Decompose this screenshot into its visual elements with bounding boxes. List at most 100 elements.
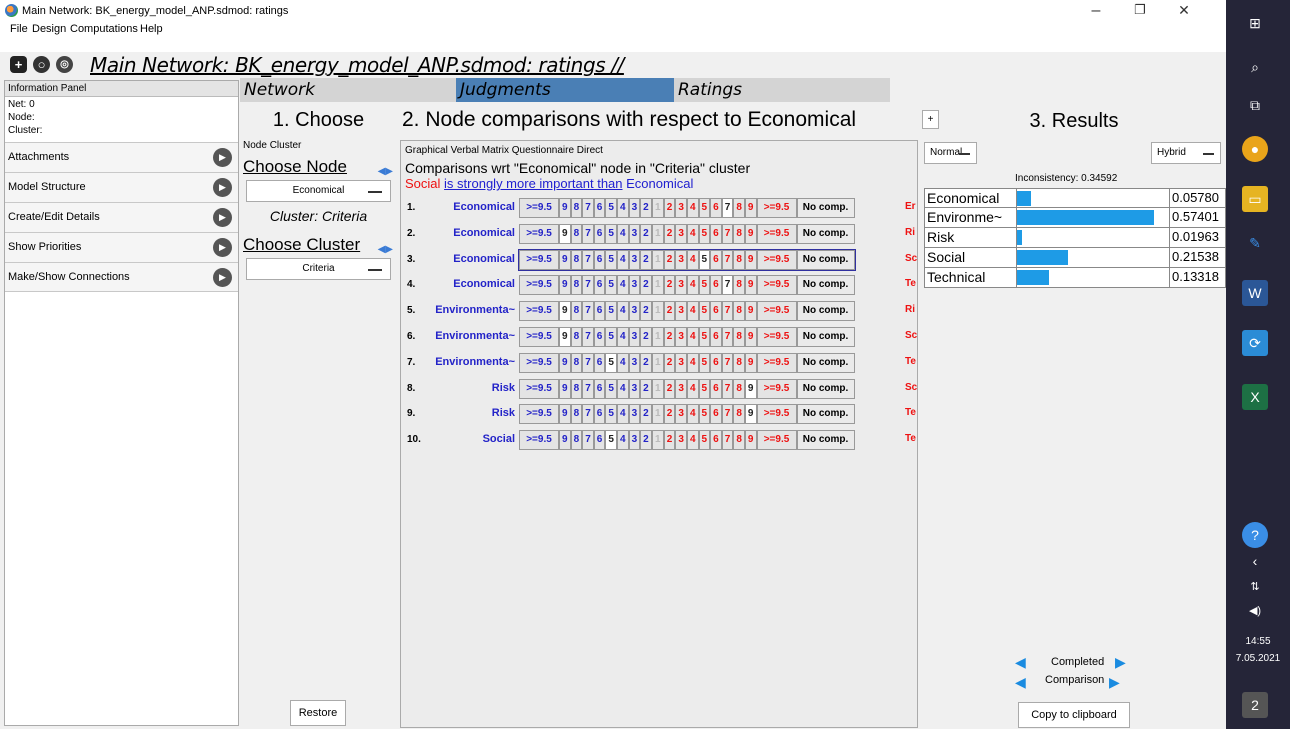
scale-cell-left-max[interactable]: >=9.5 xyxy=(519,352,559,373)
scale-cell-right-max[interactable]: >=9.5 xyxy=(756,223,797,244)
scale-cell-equal[interactable]: 1 xyxy=(651,352,664,373)
scale-cell-left-8[interactable]: 8 xyxy=(570,430,583,451)
scale-cell-right-max[interactable]: >=9.5 xyxy=(756,301,797,322)
no-comparison-button[interactable]: No comp. xyxy=(796,352,855,373)
scale-cell-right-9[interactable]: 9 xyxy=(744,249,757,270)
chrome-icon[interactable]: ● xyxy=(1242,136,1268,162)
tab-questionnaire[interactable]: Questionnaire xyxy=(512,145,574,156)
notifications-icon[interactable]: 2 xyxy=(1242,692,1268,718)
scale-cell-right-6[interactable]: 6 xyxy=(710,430,722,451)
scale-cell-left-7[interactable]: 7 xyxy=(582,275,594,296)
scale-cell-right-9[interactable]: 9 xyxy=(744,301,757,322)
scale-cell-left-max[interactable]: >=9.5 xyxy=(519,327,559,347)
scale-cell-right-4[interactable]: 4 xyxy=(686,378,699,399)
scale-cell-left-2[interactable]: 2 xyxy=(640,430,652,451)
scale-cell-right-8[interactable]: 8 xyxy=(733,378,745,399)
scale-cell-right-2[interactable]: 2 xyxy=(663,327,676,347)
no-comparison-button[interactable]: No comp. xyxy=(796,430,855,451)
scale-cell-right-7[interactable]: 7 xyxy=(721,249,734,270)
no-comparison-button[interactable]: No comp. xyxy=(796,327,855,347)
scale-cell-left-6[interactable]: 6 xyxy=(593,275,606,296)
scale-cell-left-7[interactable]: 7 xyxy=(582,378,594,399)
file-explorer-icon[interactable]: ▭ xyxy=(1242,186,1268,212)
scale-cell-right-9[interactable]: 9 xyxy=(744,430,757,451)
scale-cell-left-2[interactable]: 2 xyxy=(640,198,652,218)
scale-cell-equal[interactable]: 1 xyxy=(651,275,664,296)
scale-cell-left-8[interactable]: 8 xyxy=(570,378,583,399)
menu-help[interactable]: Help xyxy=(140,23,163,35)
scale-cell-left-3[interactable]: 3 xyxy=(628,223,641,244)
expand-arrow-icon[interactable]: ▶ xyxy=(213,268,232,287)
scale-cell-left-5[interactable]: 5 xyxy=(605,275,617,296)
scale-cell-right-3[interactable]: 3 xyxy=(675,327,687,347)
scale-cell-right-5[interactable]: 5 xyxy=(698,301,711,322)
scale-cell-right-3[interactable]: 3 xyxy=(675,198,687,218)
copy-to-clipboard-button[interactable]: Copy to clipboard xyxy=(1018,702,1130,728)
help-icon[interactable]: ? xyxy=(1242,522,1268,548)
previous-comparison-icon[interactable]: ◀ xyxy=(1015,674,1029,690)
scale-cell-left-5[interactable]: 5 xyxy=(605,327,617,347)
scale-cell-left-7[interactable]: 7 xyxy=(582,404,594,425)
scale-cell-right-5[interactable]: 5 xyxy=(698,275,711,296)
scale-cell-right-2[interactable]: 2 xyxy=(663,275,676,296)
scale-cell-left-6[interactable]: 6 xyxy=(593,327,606,347)
scale-cell-equal[interactable]: 1 xyxy=(651,327,664,347)
scale-cell-right-2[interactable]: 2 xyxy=(663,249,676,270)
create-edit-details-button[interactable]: Create/Edit Details ▶ xyxy=(5,202,238,232)
scale-cell-left-6[interactable]: 6 xyxy=(593,301,606,322)
scale-cell-right-max[interactable]: >=9.5 xyxy=(756,430,797,451)
clock-time[interactable]: 14:55 xyxy=(1226,636,1290,647)
scale-cell-right-3[interactable]: 3 xyxy=(675,430,687,451)
scale-cell-left-5[interactable]: 5 xyxy=(605,430,617,451)
scale-cell-right-9[interactable]: 9 xyxy=(744,275,757,296)
scale-cell-left-5[interactable]: 5 xyxy=(605,404,617,425)
scale-cell-left-8[interactable]: 8 xyxy=(570,352,583,373)
scale-cell-right-8[interactable]: 8 xyxy=(733,352,745,373)
scale-cell-right-9[interactable]: 9 xyxy=(744,198,757,218)
scale-cell-right-max[interactable]: >=9.5 xyxy=(756,352,797,373)
scale-cell-right-9[interactable]: 9 xyxy=(744,352,757,373)
scale-cell-left-8[interactable]: 8 xyxy=(570,404,583,425)
no-comparison-button[interactable]: No comp. xyxy=(796,223,855,244)
scale-cell-right-5[interactable]: 5 xyxy=(698,378,711,399)
scale-cell-right-8[interactable]: 8 xyxy=(733,430,745,451)
scale-cell-left-8[interactable]: 8 xyxy=(570,198,583,218)
maximize-button[interactable]: ❐ xyxy=(1118,2,1162,22)
scale-cell-left-3[interactable]: 3 xyxy=(628,430,641,451)
scale-cell-left-max[interactable]: >=9.5 xyxy=(519,404,559,425)
scale-cell-left-3[interactable]: 3 xyxy=(628,327,641,347)
scale-cell-left-7[interactable]: 7 xyxy=(582,352,594,373)
scale-cell-left-9[interactable]: 9 xyxy=(559,327,571,347)
scale-cell-right-2[interactable]: 2 xyxy=(663,198,676,218)
normal-dropdown[interactable]: Normal xyxy=(924,142,977,164)
scale-cell-left-4[interactable]: 4 xyxy=(616,378,629,399)
scale-cell-right-4[interactable]: 4 xyxy=(686,404,699,425)
scale-cell-left-9[interactable]: 9 xyxy=(559,198,571,218)
scale-cell-right-4[interactable]: 4 xyxy=(686,301,699,322)
scale-cell-left-7[interactable]: 7 xyxy=(582,327,594,347)
tab-network[interactable]: Network xyxy=(240,78,456,102)
scale-cell-left-3[interactable]: 3 xyxy=(628,198,641,218)
scale-cell-right-6[interactable]: 6 xyxy=(710,352,722,373)
scale-cell-right-max[interactable]: >=9.5 xyxy=(756,378,797,399)
scale-cell-right-7[interactable]: 7 xyxy=(721,430,734,451)
scale-cell-left-2[interactable]: 2 xyxy=(640,249,652,270)
scale-cell-right-3[interactable]: 3 xyxy=(675,275,687,296)
scale-cell-right-6[interactable]: 6 xyxy=(710,404,722,425)
no-comparison-button[interactable]: No comp. xyxy=(796,404,855,425)
scale-cell-left-max[interactable]: >=9.5 xyxy=(519,249,559,270)
scale-cell-left-3[interactable]: 3 xyxy=(628,404,641,425)
volume-icon[interactable]: ◀) xyxy=(1242,598,1268,624)
add-icon[interactable]: + xyxy=(10,56,27,73)
scale-cell-left-3[interactable]: 3 xyxy=(628,378,641,399)
scale-cell-right-3[interactable]: 3 xyxy=(675,301,687,322)
scale-cell-left-4[interactable]: 4 xyxy=(616,249,629,270)
scale-cell-right-5[interactable]: 5 xyxy=(698,352,711,373)
tab-verbal[interactable]: Verbal xyxy=(451,145,479,156)
scale-cell-right-max[interactable]: >=9.5 xyxy=(756,404,797,425)
expand-arrow-icon[interactable]: ▶ xyxy=(213,238,232,257)
scale-cell-right-5[interactable]: 5 xyxy=(698,327,711,347)
no-comparison-button[interactable]: No comp. xyxy=(796,275,855,296)
scale-cell-right-2[interactable]: 2 xyxy=(663,301,676,322)
scale-cell-right-6[interactable]: 6 xyxy=(710,378,722,399)
